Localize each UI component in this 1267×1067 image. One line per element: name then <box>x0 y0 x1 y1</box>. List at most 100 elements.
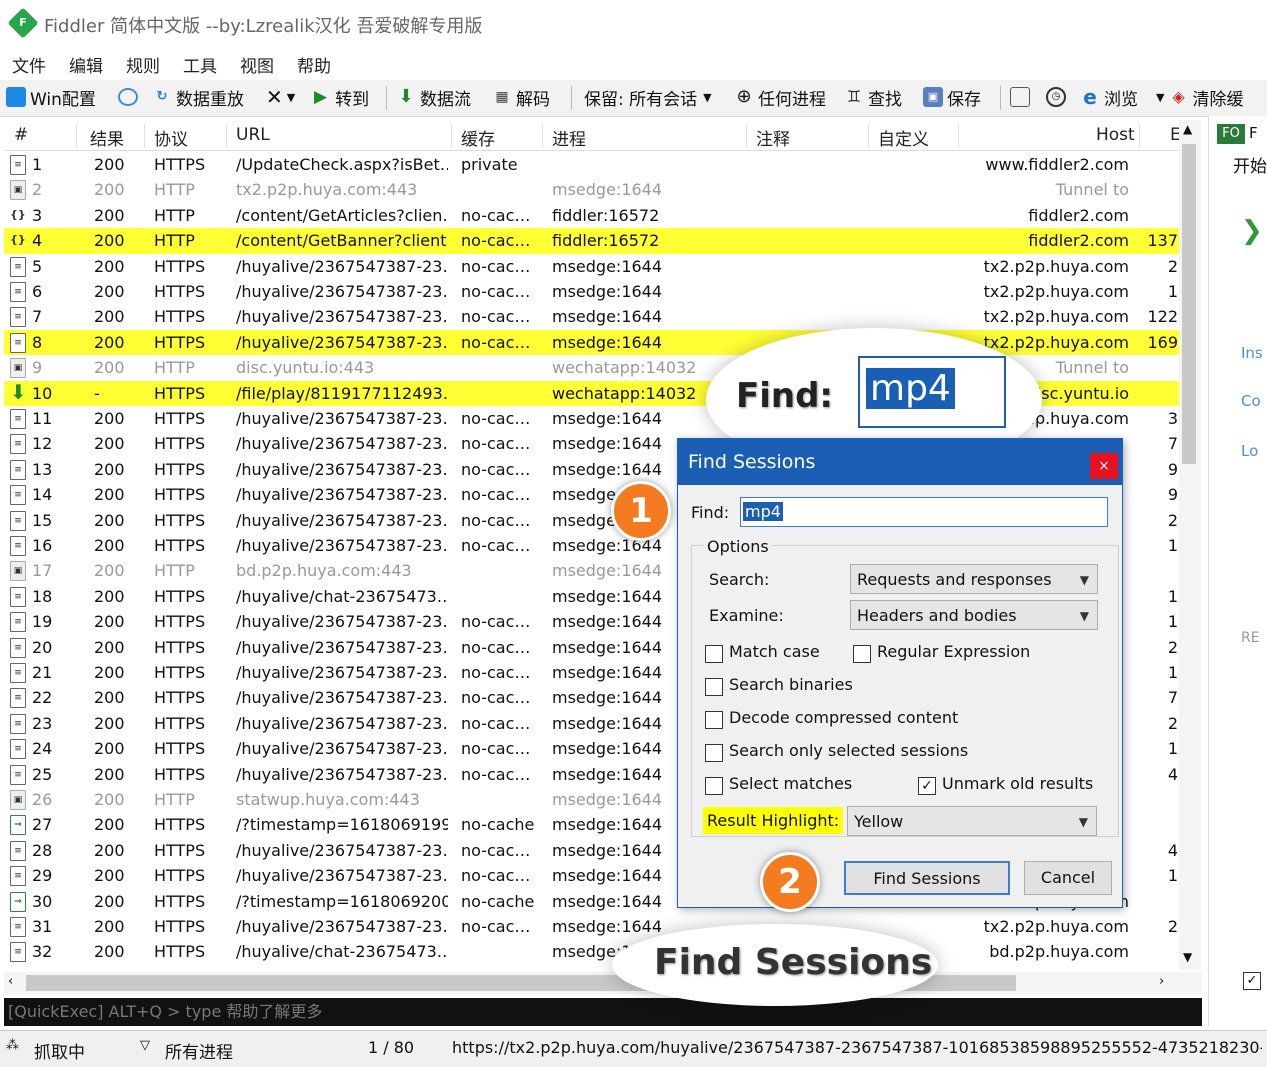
any-process-button[interactable]: ⊕ 任何进程 <box>734 84 826 110</box>
col-protocol[interactable]: 协议 <box>154 125 188 150</box>
col-divider[interactable] <box>1139 124 1140 148</box>
menu-help[interactable]: 帮助 <box>297 52 331 77</box>
col-divider[interactable] <box>76 124 77 148</box>
find-input[interactable]: mp4 <box>740 497 1108 527</box>
process-filter[interactable]: 所有进程 <box>165 1038 233 1063</box>
menu-tools[interactable]: 工具 <box>183 52 217 77</box>
selected-only-checkbox[interactable] <box>705 744 723 762</box>
col-divider[interactable] <box>746 124 747 148</box>
show-checkbox[interactable]: ✓ <box>1243 972 1261 990</box>
winconfig-button[interactable]: Win配置 <box>6 84 96 110</box>
composer-link[interactable]: Co <box>1241 392 1261 410</box>
col-divider[interactable] <box>226 124 227 148</box>
goto-button[interactable]: ▶ 转到 <box>314 84 369 110</box>
table-row[interactable]: ≡ 31 200 HTTPS/huyalive/2367547387-23… no-ca… <box>4 914 1179 939</box>
cell-result: 200 <box>94 561 125 581</box>
close-button[interactable]: × <box>1090 453 1118 479</box>
doc-icon: ≡ <box>10 155 26 175</box>
table-row[interactable]: ≡ 8 200 HTTPS/huyalive/2367547387-23… no-cac… <box>4 329 1179 356</box>
fiddler-logo-icon: F <box>7 7 39 39</box>
col-divider[interactable] <box>868 124 869 148</box>
find-button[interactable]: ♊ 查找 <box>844 84 902 110</box>
cell-number: 21 <box>32 663 53 682</box>
clear-cache-button[interactable]: ▼ ◈ 清除缓 <box>1156 84 1243 110</box>
keep-sessions-dropdown[interactable]: 保留: 所有会话 ▼ <box>584 84 712 110</box>
col-cache[interactable]: 缓存 <box>461 125 495 150</box>
horizontal-scrollbar[interactable]: ‹ › <box>4 972 1202 994</box>
timer-button[interactable]: ◷ <box>1046 84 1070 110</box>
table-row[interactable]: ≡ 7 200 HTTPS/huyalive/2367547387-23… no-cac… <box>4 304 1179 329</box>
unmark-checkbox[interactable]: ✓ <box>918 777 936 795</box>
scroll-up-icon[interactable]: ▲ <box>1183 122 1192 136</box>
col-comments[interactable]: 注释 <box>756 125 790 150</box>
highlight-select[interactable]: Yellow ▼ <box>847 806 1097 836</box>
save-button[interactable]: ▣ 保存 <box>923 84 981 110</box>
fiddler-orchestra-tab[interactable]: FO <box>1217 124 1245 144</box>
cell-url: /huyalive/2367547387-23… <box>236 637 448 657</box>
col-divider[interactable] <box>958 124 959 148</box>
table-row[interactable]: ≡ 32 200 HTTPS/huyalive/chat-23675473… msedg… <box>4 939 1179 964</box>
remove-button[interactable]: ✕ ▼ <box>266 84 295 110</box>
cell-cache: no-cac… <box>461 663 531 682</box>
cell-number: 19 <box>32 612 53 632</box>
find-sessions-dialog: Find Sessions × Find: mp4 Options Search… <box>677 438 1123 908</box>
doc-icon: ≡ <box>10 739 26 760</box>
vertical-scroll-thumb[interactable] <box>1182 144 1196 464</box>
doc-icon: ≡ <box>10 282 26 302</box>
regex-checkbox[interactable] <box>853 645 871 663</box>
find-sessions-button[interactable]: Find Sessions <box>844 861 1010 895</box>
cell-number: 22 <box>32 688 53 708</box>
doc-icon: ≡ <box>10 485 26 506</box>
cell-number: 32 <box>32 942 53 962</box>
log-link[interactable]: Lo <box>1241 442 1258 460</box>
decode-button[interactable]: ▦ 解码 <box>492 84 550 110</box>
match-case-checkbox[interactable] <box>705 645 723 663</box>
comment-button[interactable] <box>118 84 142 110</box>
table-row[interactable]: ▣ 2 200 HTTP tx2.p2p.huya.com:443 msedge:1644… <box>4 177 1179 202</box>
menu-file[interactable]: 文件 <box>12 52 46 77</box>
table-row[interactable]: ≡ 1 200 HTTPS/UpdateCheck.aspx?isBet… privat… <box>4 152 1179 177</box>
cancel-button[interactable]: Cancel <box>1024 861 1112 895</box>
col-divider[interactable] <box>144 124 145 148</box>
table-row[interactable]: ≡ 5 200 HTTPS/huyalive/2367547387-23… no-cac… <box>4 254 1179 279</box>
col-custom[interactable]: 自定义 <box>878 125 929 150</box>
decode-checkbox[interactable] <box>705 711 723 729</box>
scroll-left-icon[interactable]: ‹ <box>8 974 13 989</box>
lock-icon: ▣ <box>10 358 26 379</box>
doc-icon: ≡ <box>10 840 26 861</box>
search-select[interactable]: Requests and responses ▼ <box>850 564 1098 594</box>
col-host[interactable]: Host <box>1096 125 1135 145</box>
col-process[interactable]: 进程 <box>552 125 586 150</box>
col-number[interactable]: # <box>14 125 28 145</box>
scroll-down-icon[interactable]: ▼ <box>1183 950 1192 964</box>
menu-edit[interactable]: 编辑 <box>69 52 103 77</box>
examine-select[interactable]: Headers and bodies ▼ <box>850 600 1098 630</box>
replay-button[interactable]: ↻ 数据重放 <box>152 84 244 110</box>
capture-status[interactable]: 抓取中 <box>34 1038 85 1063</box>
dialog-title: Find Sessions <box>688 451 816 473</box>
col-url[interactable]: URL <box>236 125 270 145</box>
doc-icon: ≡ <box>10 459 26 480</box>
vertical-scrollbar[interactable]: ▲ ▼ <box>1179 120 1201 970</box>
select-matches-checkbox[interactable] <box>705 777 723 795</box>
table-row[interactable]: ≡ 6 200 HTTPS/huyalive/2367547387-23… no-cac… <box>4 279 1179 304</box>
tab-label[interactable]: F <box>1249 124 1258 142</box>
cell-body: 1 <box>1167 612 1178 632</box>
table-row[interactable]: {} 4 200 HTTP/content/GetBanner?client… no-c… <box>4 228 1179 254</box>
menu-view[interactable]: 视图 <box>240 52 274 77</box>
quickexec-input[interactable]: [QuickExec] ALT+Q > type 帮助了解更多 <box>4 998 1202 1026</box>
col-result[interactable]: 结果 <box>90 125 124 150</box>
cell-process: msedge:1644 <box>552 282 663 301</box>
inspectors-link[interactable]: Ins <box>1241 344 1263 362</box>
col-divider[interactable] <box>451 124 452 148</box>
table-row[interactable]: {} 3 200 HTTP/content/GetArticles?clien… no-… <box>4 203 1179 228</box>
menu-rules[interactable]: 规则 <box>126 52 160 77</box>
cell-protocol: HTTPS <box>154 409 206 428</box>
browse-button[interactable]: e 浏览 <box>1080 84 1138 110</box>
col-divider[interactable] <box>542 124 543 148</box>
stream-button[interactable]: ⬇ 数据流 <box>396 84 471 110</box>
search-binaries-checkbox[interactable] <box>705 678 723 696</box>
screenshot-button[interactable] <box>1010 84 1034 110</box>
scroll-right-icon[interactable]: › <box>1159 974 1164 989</box>
column-header: # 结果 协议 URL 缓存 进程 注释 自定义 Host E <box>4 120 1181 151</box>
